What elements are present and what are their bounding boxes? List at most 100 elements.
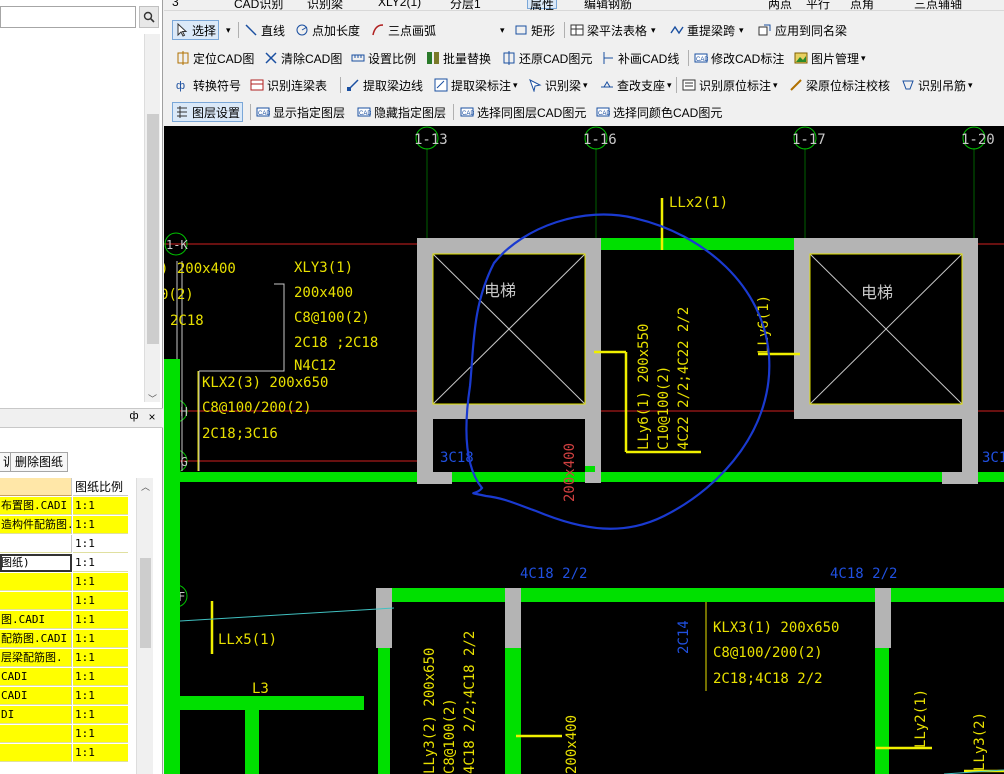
drawing-name-cell[interactable]: CADI <box>0 687 72 705</box>
drawing-name-cell[interactable] <box>0 725 72 743</box>
drawing-scale-cell[interactable]: 1:1 <box>73 725 128 743</box>
table-row[interactable]: 1:1 <box>0 592 146 611</box>
cad-drawing-canvas[interactable]: 1-13 1-16 1-17 1-20 1-K 1-H 1-G F <box>164 126 1004 774</box>
identify-hanger-button[interactable]: 识别吊筋 ▾ <box>901 75 973 95</box>
parallel-button[interactable]: 平行 <box>806 0 830 11</box>
cad-drawing[interactable]: 1-13 1-16 1-17 1-20 1-K 1-H 1-G F <box>164 126 1004 774</box>
layer-combo[interactable]: 分层1 <box>450 0 481 11</box>
extract-label-button[interactable]: 提取梁标注 ▾ <box>434 75 518 95</box>
convert-symbol-button[interactable]: ф 转换符号 <box>176 75 241 95</box>
pin-icon[interactable]: ф <box>127 410 141 424</box>
table-row[interactable]: CADI 1:1 <box>0 668 146 687</box>
restore-cad-button[interactable]: 还原CAD图元 <box>502 48 592 68</box>
tree-scrollbar[interactable]: ﹀ <box>144 34 160 405</box>
drawing-scale-cell[interactable]: 1:1 <box>73 516 128 534</box>
drawing-name-cell[interactable]: CADI <box>0 668 72 686</box>
drawing-scale-cell[interactable]: 1:1 <box>73 687 128 705</box>
select-dropdown-icon[interactable]: ▾ <box>226 20 231 40</box>
point-length-button[interactable]: 点加长度 <box>295 20 360 40</box>
drawing-scale-cell[interactable]: 1:1 <box>73 668 128 686</box>
hide-layer-button[interactable]: CAD 隐藏指定图层 <box>357 102 446 122</box>
drawing-name-cell[interactable]: 层梁配筋图. <box>0 649 72 667</box>
label-klx2-1: C8@100/200(2) <box>202 400 312 416</box>
action-combo[interactable]: 识别梁 <box>307 0 343 11</box>
drawing-name-cell[interactable]: 图.CADI <box>0 611 72 629</box>
delete-drawing-button[interactable]: 删除图纸 <box>10 452 69 472</box>
two-point-button[interactable]: 两点 <box>768 0 792 11</box>
table-row[interactable]: 造构件配筋图. 1:1 <box>0 516 146 535</box>
layer-settings-button[interactable]: 图层设置 <box>172 102 244 122</box>
tab-properties[interactable]: 属性 <box>527 0 558 12</box>
identify-link-table-button[interactable]: 识别连梁表 <box>250 75 327 95</box>
drawing-scale-cell[interactable]: 1:1 <box>73 497 128 515</box>
identify-beam-button[interactable]: 识别梁 ▾ <box>528 75 588 95</box>
table-row[interactable]: 图.CADI 1:1 <box>0 611 146 630</box>
drawing-name-cell[interactable]: 配筋图.CADI <box>0 630 72 648</box>
batch-replace-button[interactable]: 批量替换 <box>426 48 491 68</box>
tab-edit-rebar[interactable]: 编辑钢筋 <box>584 0 632 11</box>
table-row[interactable]: 布置图.CADI 1:1 <box>0 497 146 516</box>
point-angle-button[interactable]: 点角 <box>850 0 874 11</box>
drawing-scale-cell[interactable]: 1:1 <box>73 611 128 629</box>
extract-edge-button[interactable]: 提取梁边线 <box>346 75 423 95</box>
drawing-name-cell[interactable] <box>0 573 72 591</box>
drawing-name-cell[interactable]: DI <box>0 706 72 724</box>
drawing-scale-cell[interactable]: 1:1 <box>73 649 128 667</box>
table-row[interactable]: DI 1:1 <box>0 706 146 725</box>
table-row[interactable]: 1:1 <box>0 573 146 592</box>
table-row[interactable]: 层梁配筋图. 1:1 <box>0 649 146 668</box>
check-support-button[interactable]: 查改支座 ▾ <box>600 75 672 95</box>
beam-table-button[interactable]: 梁平法表格 ▾ <box>570 20 656 40</box>
arc-button[interactable]: 三点画弧 <box>371 20 436 40</box>
drawing-name-cell[interactable]: 图纸) <box>0 554 72 572</box>
drawing-name-cell[interactable]: 布置图.CADI <box>0 497 72 515</box>
relift-span-button[interactable]: 重提梁跨 ▾ <box>670 20 744 40</box>
floor-combo[interactable]: 3 <box>172 0 179 9</box>
select-same-layer-button[interactable]: CAD 选择同图层CAD图元 <box>460 102 586 122</box>
table-row[interactable]: CADI 1:1 <box>0 687 146 706</box>
modify-cad-label-button[interactable]: CAD 修改CAD标注 <box>694 48 784 68</box>
show-layer-button[interactable]: CAD 显示指定图层 <box>256 102 345 122</box>
drawing-scale-cell[interactable]: 1:1 <box>73 744 128 762</box>
drawing-name-cell[interactable] <box>0 744 72 762</box>
mode-combo[interactable]: CAD识别 <box>234 0 283 11</box>
table-row[interactable]: 图纸) 1:1 <box>0 554 146 573</box>
line-button[interactable]: 直线 <box>244 20 285 40</box>
table-row[interactable]: 1:1 <box>0 744 146 763</box>
drawing-name-cell[interactable]: 造构件配筋图. <box>0 516 72 534</box>
arc-dropdown-icon[interactable]: ▾ <box>500 20 505 40</box>
table-scrollbar[interactable]: ︿ <box>136 478 153 774</box>
drawing-scale-cell[interactable]: 1:1 <box>73 535 128 553</box>
table-row[interactable]: 配筋图.CADI 1:1 <box>0 630 146 649</box>
scroll-up-icon[interactable]: ︿ <box>141 480 150 493</box>
drawing-scale-cell[interactable]: 1:1 <box>73 573 128 591</box>
locate-cad-button[interactable]: 定位CAD图 <box>176 48 254 68</box>
drawing-scale-cell[interactable]: 1:1 <box>73 706 128 724</box>
drawing-name-cell[interactable] <box>0 535 72 553</box>
component-combo[interactable]: XLY2(1) <box>378 0 421 9</box>
scroll-down-icon[interactable]: ﹀ <box>148 392 157 405</box>
column-header-scale[interactable]: 图纸比例 <box>73 478 128 496</box>
close-icon[interactable]: × <box>145 410 159 424</box>
image-mgmt-button[interactable]: 图片管理 ▾ <box>794 48 866 68</box>
label-3c1-right: 3C1 <box>982 450 1004 466</box>
table-row[interactable]: 1:1 <box>0 535 146 554</box>
table-row[interactable]: 1:1 <box>0 725 146 744</box>
identify-origin-label-button[interactable]: 识别原位标注 ▾ <box>682 75 778 95</box>
select-button[interactable]: 选择 <box>172 20 220 40</box>
patch-cad-line-button[interactable]: 补画CAD线 <box>601 48 679 68</box>
drawing-scale-cell[interactable]: 1:1 <box>73 554 128 572</box>
apply-same-name-button[interactable]: 应用到同名梁 <box>758 20 847 40</box>
drawing-scale-cell[interactable]: 1:1 <box>73 630 128 648</box>
rect-button[interactable]: 矩形 <box>514 20 555 40</box>
three-point-aux-button[interactable]: 三点辅轴 <box>914 0 962 11</box>
axis-label-1-16: 1-16 <box>583 132 617 148</box>
select-same-color-button[interactable]: CAD 选择同颜色CAD图元 <box>596 102 722 122</box>
verify-origin-label-button[interactable]: 梁原位标注校核 <box>789 75 890 95</box>
search-input[interactable] <box>0 6 136 28</box>
drawing-scale-cell[interactable]: 1:1 <box>73 592 128 610</box>
search-button[interactable] <box>139 6 159 28</box>
set-scale-button[interactable]: 设置比例 <box>351 48 416 68</box>
clear-cad-button[interactable]: 清除CAD图 <box>264 48 342 68</box>
drawing-name-cell[interactable] <box>0 592 72 610</box>
